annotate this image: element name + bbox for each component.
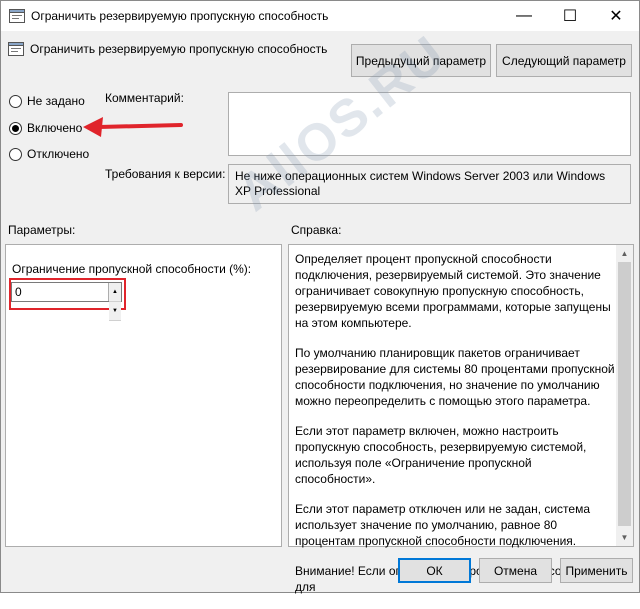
radio-label: Не задано [27,94,85,108]
scroll-up-icon[interactable]: ▲ [616,245,633,262]
scroll-thumb[interactable] [618,262,631,526]
apply-button[interactable]: Применить [560,558,633,583]
previous-setting-button[interactable]: Предыдущий параметр [351,44,491,77]
setting-title: Ограничить резервируемую пропускную спос… [30,42,328,56]
comment-label: Комментарий: [105,91,184,105]
help-paragraph: Если этот параметр отключен или не задан… [295,502,591,548]
radio-label: Отключено [27,147,90,161]
scroll-down-icon[interactable]: ▼ [616,529,633,546]
radio-enabled[interactable]: Включено [9,121,82,135]
help-scrollbar[interactable]: ▲ ▼ [616,245,633,546]
radio-label: Включено [27,121,83,135]
bandwidth-limit-spinbox[interactable]: 0 ▲ ▼ [11,282,122,321]
radio-circle[interactable] [9,147,22,161]
radio-not-configured[interactable]: Не задано [9,94,85,108]
spin-down-icon[interactable]: ▼ [109,302,121,321]
close-button[interactable]: ✕ [593,1,639,31]
minimize-button[interactable]: — [501,1,547,31]
bandwidth-limit-value: 0 [15,285,22,299]
window-title: Ограничить резервируемую пропускную спос… [31,9,329,23]
red-arrow-annotation [83,117,183,137]
bandwidth-limit-label: Ограничение пропускной способности (%): [12,262,252,276]
radio-disabled[interactable]: Отключено [9,147,89,161]
parameters-label: Параметры: [8,223,76,237]
requirements-label: Требования к версии: [105,167,226,181]
help-text: Определяет процент пропускной способност… [295,251,615,609]
radio-circle[interactable] [9,94,22,108]
comment-textarea[interactable] [228,92,631,156]
ok-button[interactable]: ОК [398,558,471,583]
spin-buttons[interactable]: ▲ ▼ [108,283,121,321]
radio-circle[interactable] [9,121,22,135]
maximize-button[interactable]: ☐ [547,1,593,31]
next-setting-button[interactable]: Следующий параметр [496,44,632,77]
requirements-field: Не ниже операционных систем Windows Serv… [228,164,631,204]
help-paragraph: Если этот параметр включен, можно настро… [295,424,587,486]
cancel-button[interactable]: Отмена [479,558,552,583]
help-paragraph: По умолчанию планировщик пакетов огранич… [295,346,615,408]
radio-selected-dot [12,124,19,132]
parameters-panel: Ограничение пропускной способности (%): … [5,244,282,547]
policy-icon [9,9,25,23]
policy-dialog: Ограничить резервируемую пропускную спос… [0,0,640,594]
title-bar[interactable]: Ограничить резервируемую пропускную спос… [1,1,639,31]
spin-up-icon[interactable]: ▲ [109,283,121,302]
help-paragraph: Определяет процент пропускной способност… [295,252,611,330]
help-panel: Определяет процент пропускной способност… [288,244,634,594]
setting-icon [8,42,24,56]
help-label: Справка: [291,223,342,237]
